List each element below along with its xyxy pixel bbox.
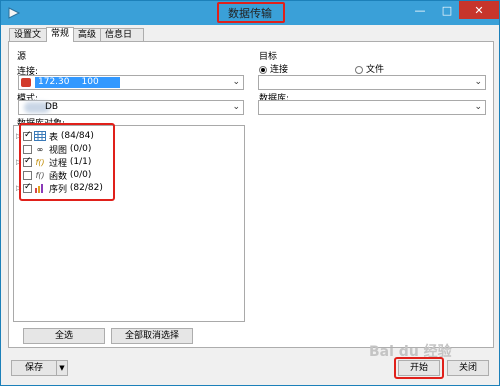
source-connection-select[interactable]: 172.30 100 ⌄ xyxy=(18,75,244,90)
save-button[interactable]: 保存 xyxy=(11,360,57,376)
target-connection-select[interactable]: ⌄ xyxy=(258,75,486,90)
tab-advanced[interactable]: 高级 xyxy=(73,28,101,42)
close-icon[interactable]: ✕ xyxy=(459,1,499,19)
save-dropdown-button[interactable]: ▼ xyxy=(56,360,68,376)
source-mode-value: DB xyxy=(45,102,59,112)
select-all-button[interactable]: 全选 xyxy=(23,328,105,344)
radio-off-icon[interactable] xyxy=(355,65,363,74)
title-bar: 数据传输 — □ ✕ xyxy=(1,1,499,25)
target-file-radio[interactable]: 文件 xyxy=(355,62,384,75)
source-mode-select[interactable]: DB ⌄ xyxy=(18,100,244,115)
chevron-down-icon[interactable]: ⌄ xyxy=(232,77,240,87)
source-group-label: 源 xyxy=(17,52,27,62)
deselect-all-button[interactable]: 全部取消选择 xyxy=(111,328,193,344)
chevron-down-icon[interactable]: ⌄ xyxy=(232,102,240,112)
maximize-icon[interactable]: □ xyxy=(434,1,460,19)
tab-info-log[interactable]: 信息日志 xyxy=(100,28,144,53)
close-button[interactable]: 关闭 xyxy=(447,360,489,376)
target-group-label: 目标 xyxy=(259,52,278,62)
start-highlight-box xyxy=(394,357,444,379)
tab-general[interactable]: 常规 xyxy=(46,27,74,42)
data-transfer-window: 数据传输 — □ ✕ 设置文件 常规 高级 信息日志 源 连接: 172.301… xyxy=(0,0,500,386)
radio-on-icon[interactable] xyxy=(259,65,267,74)
tree-highlight-box xyxy=(19,123,115,201)
connection-icon xyxy=(21,78,31,87)
tab-settings-file[interactable]: 设置文件 xyxy=(9,28,47,53)
minimize-icon[interactable]: — xyxy=(407,1,433,19)
chevron-down-icon[interactable]: ⌄ xyxy=(474,77,482,87)
title-highlight-box xyxy=(217,2,285,23)
target-database-select[interactable]: ⌄ xyxy=(258,100,486,115)
source-connection-value: 172.30 100 xyxy=(35,77,120,88)
chevron-down-icon[interactable]: ⌄ xyxy=(474,102,482,112)
target-connection-radio[interactable]: 连接 xyxy=(259,62,288,75)
